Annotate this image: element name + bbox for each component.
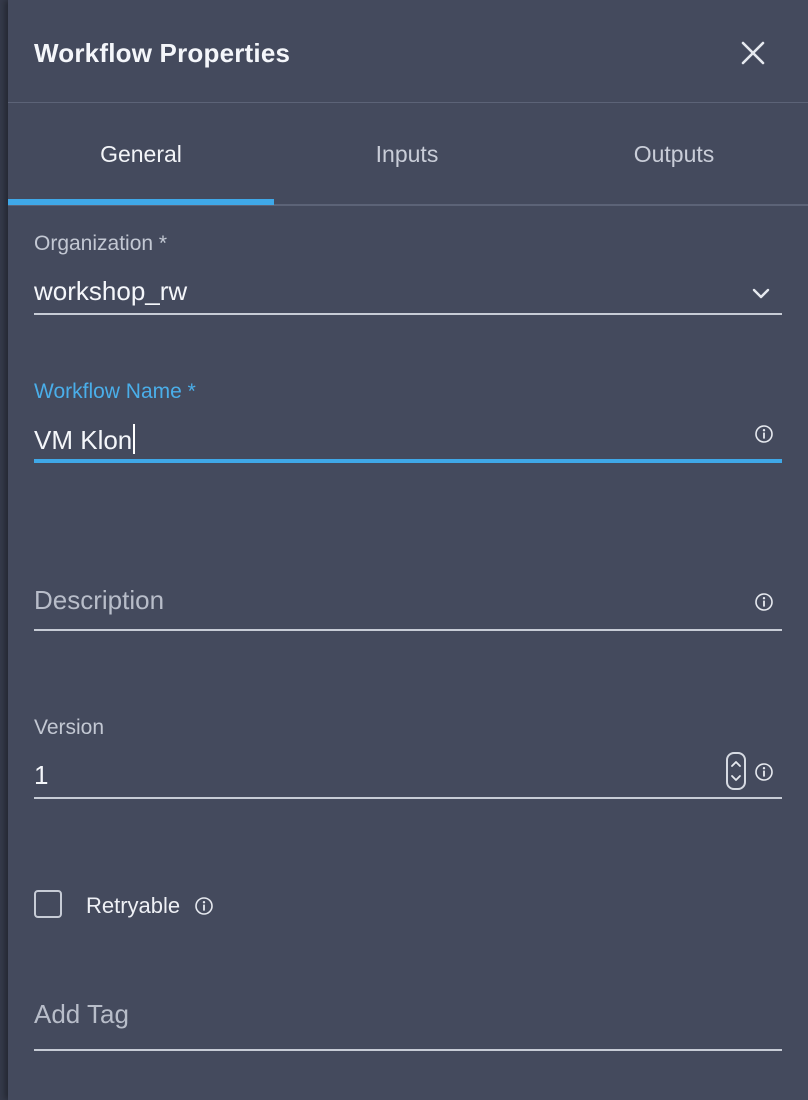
description-underline: [34, 629, 782, 631]
workflow-name-underline: [34, 459, 782, 463]
tab-general[interactable]: General: [8, 103, 274, 204]
info-icon[interactable]: [754, 424, 774, 444]
info-icon[interactable]: [754, 592, 774, 612]
chevron-down-icon[interactable]: [750, 282, 772, 304]
organization-value: workshop_rw: [34, 276, 188, 306]
description-field[interactable]: Description: [34, 585, 782, 635]
workflow-name-field[interactable]: Workflow Name * VM Klon: [34, 380, 782, 466]
add-tag-placeholder: Add Tag: [34, 999, 129, 1029]
text-cursor: [133, 424, 136, 454]
panel-title: Workflow Properties: [34, 38, 291, 68]
tab-outputs[interactable]: Outputs: [541, 103, 807, 204]
active-tab-indicator: [8, 199, 274, 205]
version-label: Version: [34, 716, 105, 739]
version-field[interactable]: Version 1: [34, 716, 782, 802]
organization-underline: [34, 313, 782, 315]
organization-label: Organization *: [34, 232, 168, 255]
version-input[interactable]: 1: [34, 760, 48, 791]
close-button[interactable]: [736, 36, 770, 70]
retryable-checkbox[interactable]: [34, 890, 62, 918]
description-placeholder: Description: [34, 585, 165, 615]
add-tag-underline: [34, 1049, 782, 1051]
workflow-properties-panel: Workflow Properties General Inputs Outpu…: [8, 0, 808, 1100]
workflow-name-input[interactable]: VM Klon: [34, 424, 136, 456]
version-underline: [34, 797, 782, 799]
close-icon: [741, 41, 765, 65]
version-stepper[interactable]: [726, 752, 746, 790]
stepper-arrows-icon: [731, 761, 741, 781]
tab-inputs[interactable]: Inputs: [274, 103, 540, 204]
info-icon[interactable]: [194, 896, 214, 916]
tab-bar: General Inputs Outputs: [8, 103, 808, 206]
panel-header: Workflow Properties: [8, 0, 808, 103]
info-icon[interactable]: [754, 762, 774, 782]
workflow-name-label: Workflow Name *: [34, 380, 196, 403]
add-tag-field[interactable]: Add Tag: [34, 999, 782, 1055]
retryable-label: Retryable: [86, 893, 181, 918]
workflow-name-value: VM Klon: [34, 425, 133, 455]
organization-select[interactable]: Organization * workshop_rw: [34, 232, 782, 318]
